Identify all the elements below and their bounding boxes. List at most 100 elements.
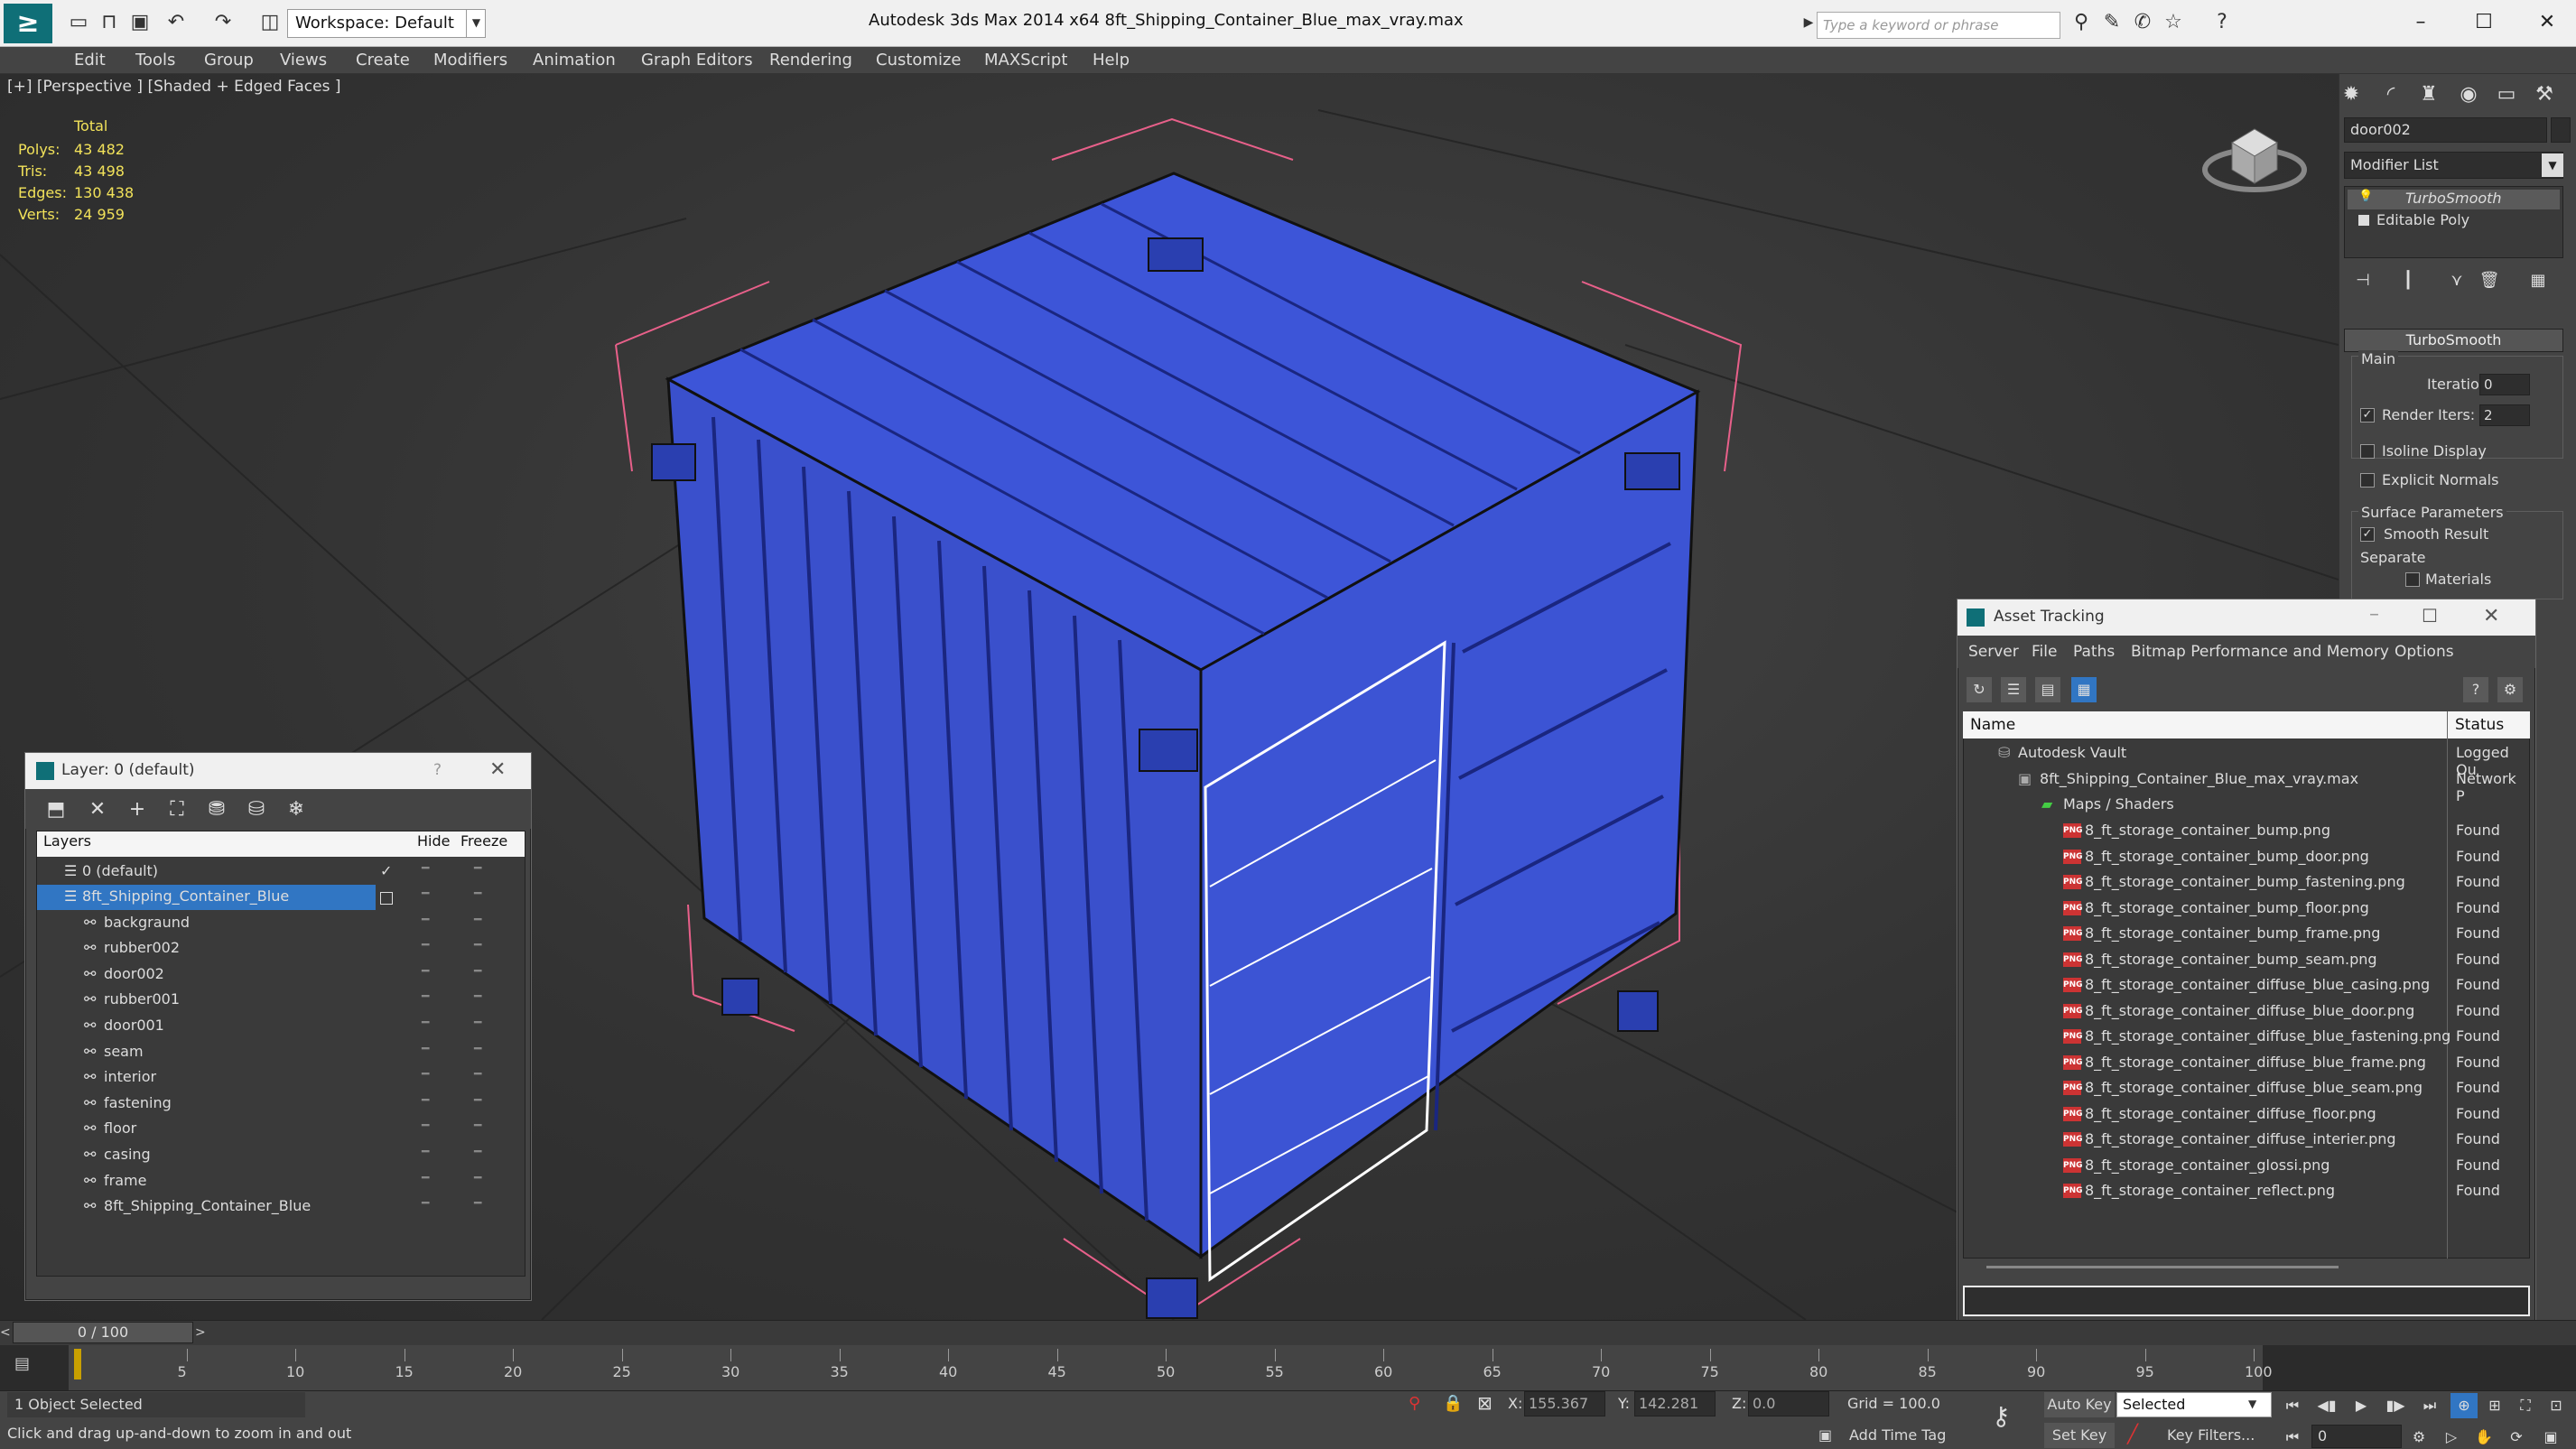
menu-maxscript[interactable]: MAXScript [984,51,1067,70]
highlight-layer-icon[interactable]: ⛃ [202,796,231,823]
current-frame-input[interactable]: 0 [2311,1425,2402,1448]
list-view-icon[interactable]: ☰ [2001,677,2026,702]
col-layers[interactable]: Layers [43,832,91,850]
turbosmooth-rollout[interactable]: TurboSmooth [2344,329,2563,352]
maximize-icon[interactable]: ☐ [2461,7,2506,38]
menu-create[interactable]: Create [356,51,410,70]
play-icon[interactable]: ▶ [2348,1393,2375,1418]
app-logo-icon[interactable]: ≥ [4,4,52,43]
layer-row[interactable]: ⚯ rubber001 ━ ━ [37,988,525,1013]
stack-item-editable-poly[interactable]: Editable Poly [2376,211,2469,228]
freeze-toggle[interactable]: ━ [474,913,481,927]
menu-customize[interactable]: Customize [876,51,961,70]
time-slider-track[interactable] [0,1320,2576,1345]
asset-row-map[interactable]: PNG 8_ft_storage_container_bump_seam.png F… [1964,947,2529,973]
undo-icon[interactable]: ↶ [163,9,190,36]
viewcube-icon[interactable] [2196,107,2313,206]
open-file-icon[interactable]: ⊓ [96,9,123,36]
viewport-label[interactable]: [+] [Perspective ] [Shaded + Edged Faces… [7,78,340,96]
hide-toggle[interactable]: ━ [422,1042,429,1056]
time-slider[interactable]: 0 / 100 [13,1322,193,1343]
search-input[interactable]: Type a keyword or phrase [1817,12,2060,39]
field-of-view-icon[interactable]: ▷ [2438,1425,2465,1449]
mini-curve-editor-icon[interactable]: ▤ [14,1354,43,1378]
asset-row-map[interactable]: PNG 8_ft_storage_container_diffuse_blue_f… [1964,1050,2529,1076]
horizontal-scrollbar[interactable] [1986,1266,2339,1268]
menu-rendering[interactable]: Rendering [769,51,852,70]
layer-row[interactable]: ☰ 8ft_Shipping_Container_Blue ━ ━ [37,885,525,910]
orbit-icon[interactable]: ⟳ [2503,1425,2530,1449]
asset-menu-bitmap[interactable]: Bitmap Performance and Memory [2131,643,2389,661]
pan-icon[interactable]: ✋ [2470,1425,2497,1449]
subscription-icon[interactable]: ✎ [2098,9,2125,36]
create-layer-icon[interactable]: ⬒ [42,796,70,823]
freeze-toggle[interactable]: ━ [474,887,481,901]
hide-toggle[interactable]: ━ [422,964,429,979]
maximize-viewport-icon[interactable]: ⊡ [2543,1393,2570,1418]
asset-menu-paths[interactable]: Paths [2073,643,2115,661]
hide-toggle[interactable]: ━ [422,1093,429,1108]
maximize-icon[interactable]: ☐ [2422,605,2438,627]
settings-icon[interactable]: ⚙ [2497,677,2523,702]
hide-toggle[interactable]: ━ [422,1119,429,1133]
asset-row-map[interactable]: PNG 8_ft_storage_container_diffuse_blue_c… [1964,972,2529,999]
delete-layer-icon[interactable]: ✕ [83,796,112,823]
chevron-down-icon[interactable]: ▼ [2248,1398,2256,1410]
menu-group[interactable]: Group [204,51,254,70]
layer-row[interactable]: ⚯ 8ft_Shipping_Container_Blue ━ ━ [37,1194,525,1220]
stack-item-turbosmooth[interactable]: TurboSmooth [2405,190,2502,207]
table-view-icon[interactable]: ▤ [2035,677,2060,702]
menu-views[interactable]: Views [280,51,327,70]
next-frame-icon[interactable]: > [195,1325,206,1340]
chevron-down-icon[interactable]: ▼ [2542,153,2563,177]
key-filter-icon[interactable]: ╱ [2127,1423,2138,1444]
previous-key-icon[interactable]: ◀▮ [2313,1393,2340,1418]
asset-row-vault[interactable]: ⛁ Autodesk Vault Logged Ou [1964,740,2529,778]
refresh-icon[interactable]: ↻ [1967,677,1992,702]
object-color-swatch[interactable] [2551,117,2571,143]
go-to-end-icon[interactable]: ⏭ [2416,1393,2443,1418]
layer-row[interactable]: ⚯ fastening ━ ━ [37,1091,525,1117]
new-file-icon[interactable]: ▭ [65,9,92,36]
asset-row-map[interactable]: PNG 8_ft_storage_container_bump_floor.png… [1964,896,2529,922]
asset-row-map[interactable]: PNG 8_ft_storage_container_bump.png Found [1964,818,2529,844]
close-icon[interactable]: ✕ [2483,605,2499,627]
project-folder-icon[interactable]: ◫ [256,9,284,36]
prev-frame-icon[interactable]: < [0,1325,11,1340]
asset-menu-options[interactable]: Options [2395,643,2454,661]
minimize-icon[interactable]: – [2398,7,2443,38]
hide-toggle[interactable]: ━ [422,887,429,901]
motion-tab-icon[interactable]: ◉ [2452,79,2485,110]
help-icon[interactable]: ? [433,761,442,779]
freeze-toggle[interactable]: ━ [474,1067,481,1082]
binoculars-icon[interactable]: ⚲ [2068,9,2095,36]
hide-all-layers-icon[interactable]: ⛁ [242,796,271,823]
layer-window-titlebar[interactable]: Layer: 0 (default) ? ✕ [25,753,531,789]
help-icon[interactable]: ? [2463,677,2488,702]
zoom-icon[interactable]: ⊕ [2450,1393,2478,1418]
col-status[interactable]: Status [2455,716,2504,734]
create-tab-icon[interactable]: ✹ [2335,79,2367,110]
asset-row-map[interactable]: PNG 8_ft_storage_container_diffuse_blue_s… [1964,1075,2529,1101]
menu-animation[interactable]: Animation [533,51,616,70]
freeze-toggle[interactable]: ━ [474,1042,481,1056]
freeze-toggle[interactable]: ━ [474,1171,481,1185]
pin-stack-icon[interactable]: ⊣ [2351,269,2375,293]
make-unique-icon[interactable]: ⋎ [2445,269,2469,293]
active-checkbox[interactable] [380,892,393,905]
layer-row[interactable]: ☰ 0 (default) ✓ ━ ━ [37,859,525,885]
search-expand-icon[interactable]: ▶ [1800,9,1817,36]
remove-modifier-icon[interactable]: 🗑 [2478,269,2501,293]
asset-row-map[interactable]: PNG 8_ft_storage_container_reflect.png Fou… [1964,1178,2529,1204]
set-key-button[interactable]: Set Key [2044,1423,2115,1448]
freeze-toggle[interactable]: ━ [474,938,481,952]
menu-help[interactable]: Help [1093,51,1130,70]
hide-toggle[interactable]: ━ [422,861,429,876]
show-end-result-icon[interactable]: ┃ [2396,269,2420,293]
grid-view-icon[interactable]: ▦ [2071,677,2097,702]
smooth-result-checkbox[interactable]: ✓ [2360,527,2375,542]
freeze-toggle[interactable]: ━ [474,989,481,1004]
hide-toggle[interactable]: ━ [422,1067,429,1082]
hide-toggle[interactable]: ━ [422,1171,429,1185]
help-icon[interactable]: ? [2209,9,2236,36]
